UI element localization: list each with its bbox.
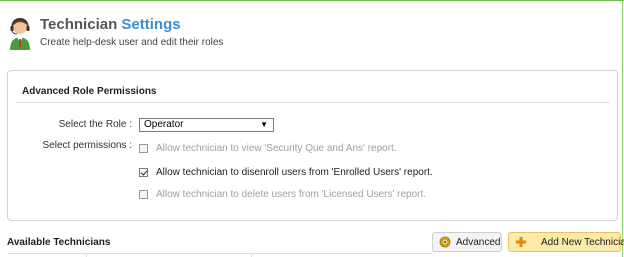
table-column-divider (86, 253, 87, 257)
advanced-button[interactable]: Advanced (432, 232, 502, 252)
dropdown-arrow-icon: ▼ (260, 120, 268, 129)
panel-divider (16, 102, 610, 103)
technician-headset-icon (10, 18, 30, 50)
top-border (0, 0, 624, 1)
permission-checkbox-disenroll[interactable] (139, 167, 148, 177)
permission-label-delete-users: Allow technician to delete users from 'L… (156, 188, 427, 200)
advanced-button-label: Advanced (456, 236, 501, 248)
permission-label-security-report: Allow technician to view 'Security Que a… (156, 142, 397, 154)
panel-title: Advanced Role Permissions (22, 86, 157, 97)
role-select[interactable]: Operator ▼ (139, 118, 274, 132)
gear-icon (439, 236, 451, 248)
available-technicians-title: Available Technicians (7, 237, 111, 248)
permission-row-disenroll: Allow technician to disenroll users from… (139, 165, 433, 179)
page-subtitle: Create help-desk user and edit their rol… (40, 37, 224, 48)
permission-row-delete-users: Allow technician to delete users from 'L… (139, 187, 426, 201)
table-header-top-border (7, 253, 432, 254)
permission-label-disenroll: Allow technician to disenroll users from… (156, 166, 433, 178)
page-title: Technician Settings (40, 16, 181, 33)
table-column-divider (251, 253, 252, 257)
role-select-value: Operator (144, 119, 184, 130)
title-part-technician: Technician (40, 16, 118, 33)
add-new-technician-button[interactable]: Add New Technician (508, 232, 624, 252)
plus-icon (516, 237, 526, 247)
permissions-label: Select permissions : (42, 140, 132, 151)
permission-checkbox-security-report[interactable] (139, 143, 148, 153)
advanced-role-permissions-panel: Advanced Role Permissions Select the Rol… (7, 70, 618, 221)
add-new-technician-label: Add New Technician (541, 236, 624, 248)
title-part-settings: Settings (121, 16, 181, 33)
right-border (622, 0, 623, 257)
role-label: Select the Role : (58, 119, 132, 130)
permission-checkbox-delete-users[interactable] (139, 189, 148, 199)
permission-row-security-report: Allow technician to view 'Security Que a… (139, 141, 397, 155)
